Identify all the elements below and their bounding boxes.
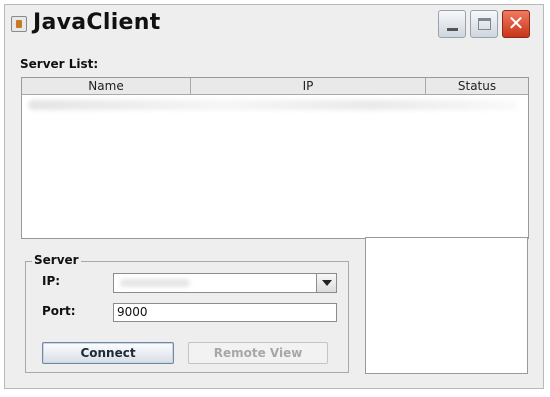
column-header-name[interactable]: Name xyxy=(22,78,191,94)
port-input[interactable]: 9000 xyxy=(113,303,337,322)
connect-button[interactable]: Connect xyxy=(42,342,174,364)
server-group: Server IP: Port: 9000 Connect Remote Vie… xyxy=(25,253,349,373)
server-list-table[interactable]: Name IP Status xyxy=(21,77,529,239)
minimize-button[interactable] xyxy=(438,10,466,38)
ip-label: IP: xyxy=(42,274,61,288)
maximize-button[interactable] xyxy=(470,10,498,38)
remote-view-button[interactable]: Remote View xyxy=(188,342,328,364)
server-list-label: Server List: xyxy=(20,57,99,71)
close-button[interactable]: ✕ xyxy=(502,10,530,38)
column-header-status[interactable]: Status xyxy=(426,78,528,94)
minimize-icon xyxy=(447,28,458,31)
table-header: Name IP Status xyxy=(22,78,528,95)
ip-selected-value xyxy=(120,279,190,287)
table-row[interactable] xyxy=(28,100,518,110)
column-header-ip[interactable]: IP xyxy=(191,78,426,94)
app-window: JavaClient ✕ Server List: Name IP Status… xyxy=(4,4,544,389)
preview-panel xyxy=(365,237,528,374)
window-title: JavaClient xyxy=(33,10,161,35)
title-bar[interactable]: JavaClient ✕ xyxy=(5,5,543,43)
port-label: Port: xyxy=(42,304,76,318)
ip-combobox[interactable] xyxy=(113,273,337,293)
java-app-icon xyxy=(11,16,27,32)
server-group-title: Server xyxy=(32,253,81,267)
maximize-icon xyxy=(478,18,491,30)
close-icon: ✕ xyxy=(507,11,525,35)
chevron-down-icon[interactable] xyxy=(316,274,336,292)
